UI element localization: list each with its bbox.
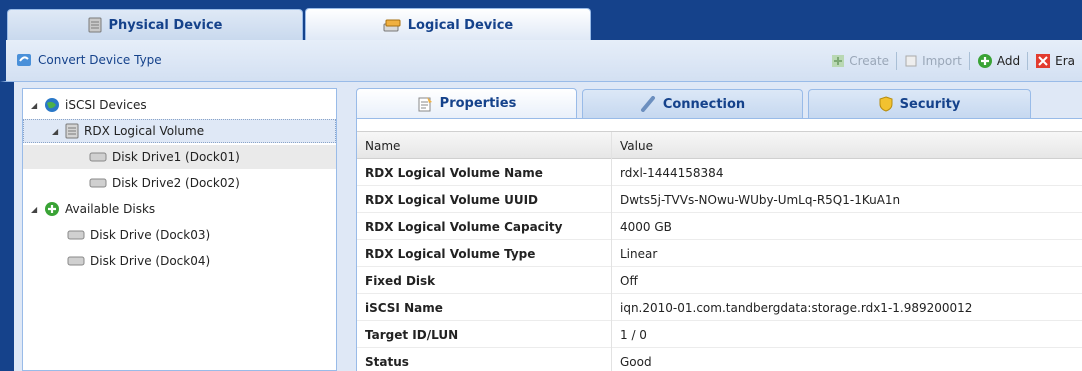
tree-node-available-disks[interactable]: ◢ Available Disks (31, 197, 155, 221)
row-name: Target ID/LUN (365, 327, 459, 342)
row-value: Dwts5j-TVVs-NOwu-WUby-UmLq-R5Q1-1KuA1n (611, 186, 1082, 213)
disk-drive-icon (67, 230, 85, 240)
tab-logical-device[interactable]: Logical Device (305, 8, 591, 41)
globe-icon (45, 98, 59, 112)
import-button[interactable]: Import (897, 52, 969, 70)
toolbar-actions: Create Import Add Era (824, 52, 1082, 70)
tab-physical-device[interactable]: Physical Device (7, 9, 303, 40)
table-row[interactable]: RDX Logical Volume Capacity 4000 GB (357, 213, 1082, 240)
disk-drive-icon (89, 152, 107, 162)
add-label: Add (996, 54, 1021, 68)
disk-drive-icon (89, 178, 107, 188)
erase-icon (1036, 54, 1051, 68)
add-icon (45, 202, 59, 216)
table-row[interactable]: RDX Logical Volume UUID Dwts5j-TVVs-NOwu… (357, 186, 1082, 213)
shield-icon (879, 96, 893, 112)
row-name: iSCSI Name (365, 300, 443, 315)
properties-icon (418, 96, 432, 111)
row-value: Off (611, 267, 1082, 294)
row-name: RDX Logical Volume Type (365, 246, 536, 261)
row-name: RDX Logical Volume Name (365, 165, 543, 180)
left-frame-border (0, 82, 14, 371)
tree-node-label: Disk Drive1 (Dock01) (112, 150, 240, 164)
table-row[interactable]: Status Good (357, 348, 1082, 371)
create-icon (832, 55, 845, 67)
disk-stack-icon (383, 19, 401, 32)
grid-header: Name Value (357, 131, 1082, 159)
create-label: Create (849, 54, 890, 68)
row-value: Linear (611, 240, 1082, 267)
disk-drive-icon (67, 256, 85, 266)
expand-arrow-icon[interactable]: ◢ (31, 205, 39, 214)
import-icon (905, 55, 917, 67)
convert-icon (17, 54, 31, 66)
expand-arrow-icon[interactable]: ◢ (31, 101, 39, 110)
tab-security[interactable]: Security (808, 89, 1031, 118)
tree-node-disk-drive-dock03[interactable]: Disk Drive (Dock03) (67, 223, 210, 247)
top-tab-bar: Physical Device Logical Device (0, 0, 1082, 41)
create-button[interactable]: Create (824, 52, 896, 70)
column-header-value[interactable]: Value (611, 132, 1082, 159)
tree-node-label: Available Disks (65, 202, 156, 216)
properties-grid: Name Value RDX Logical Volume Name rdxl-… (356, 118, 1082, 371)
server-icon (65, 123, 79, 139)
tree-node-disk-drive-dock04[interactable]: Disk Drive (Dock04) (67, 249, 210, 273)
erase-label: Era (1055, 54, 1075, 68)
connection-icon (640, 96, 655, 112)
device-tree: ◢ iSCSI Devices ◢ RDX Logical Volume Dis… (22, 88, 337, 371)
table-row[interactable]: Fixed Disk Off (357, 267, 1082, 294)
tree-node-label: Disk Drive (Dock03) (90, 228, 211, 242)
tree-node-disk-drive1[interactable]: Disk Drive1 (Dock01) (23, 145, 336, 169)
tab-properties[interactable]: Properties (356, 88, 577, 118)
tree-node-iscsi-devices[interactable]: ◢ iSCSI Devices (31, 93, 147, 117)
row-name: Status (365, 354, 409, 369)
table-row[interactable]: iSCSI Name iqn.2010-01.com.tandbergdata:… (357, 294, 1082, 321)
tree-node-label: Disk Drive2 (Dock02) (112, 176, 240, 190)
tab-security-label: Security (899, 96, 961, 112)
toolbar: Convert Device Type Create Import Add Er… (0, 40, 1082, 82)
tab-connection[interactable]: Connection (582, 89, 803, 118)
tree-node-label: RDX Logical Volume (84, 124, 205, 138)
tree-node-disk-drive2[interactable]: Disk Drive2 (Dock02) (89, 171, 240, 195)
erase-button[interactable]: Era (1028, 52, 1082, 70)
import-label: Import (922, 54, 962, 68)
convert-device-type-button[interactable]: Convert Device Type (16, 52, 162, 68)
row-value: iqn.2010-01.com.tandbergdata:storage.rdx… (611, 294, 1082, 321)
tree-node-rdx-logical-volume[interactable]: ◢ RDX Logical Volume (23, 119, 336, 143)
row-name: RDX Logical Volume UUID (365, 192, 538, 207)
row-name: RDX Logical Volume Capacity (365, 219, 563, 234)
row-value: 1 / 0 (611, 321, 1082, 348)
table-row[interactable]: RDX Logical Volume Name rdxl-1444158384 (357, 159, 1082, 186)
server-icon (88, 17, 101, 33)
tab-physical-device-label: Physical Device (108, 17, 223, 33)
expand-arrow-icon[interactable]: ◢ (52, 127, 60, 136)
tab-logical-device-label: Logical Device (407, 17, 514, 33)
tree-node-label: iSCSI Devices (65, 98, 147, 112)
convert-device-type-label: Convert Device Type (38, 53, 162, 67)
table-row[interactable]: Target ID/LUN 1 / 0 (357, 321, 1082, 348)
table-row[interactable]: RDX Logical Volume Type Linear (357, 240, 1082, 267)
tree-node-label: Disk Drive (Dock04) (90, 254, 211, 268)
row-value: Good (611, 348, 1082, 371)
tab-connection-label: Connection (662, 96, 746, 112)
tab-properties-label: Properties (439, 96, 517, 111)
row-value: rdxl-1444158384 (611, 159, 1082, 186)
row-name: Fixed Disk (365, 273, 436, 288)
row-value: 4000 GB (611, 213, 1082, 240)
add-button[interactable]: Add (970, 52, 1027, 70)
column-header-name[interactable]: Name (357, 132, 611, 159)
add-icon (977, 54, 992, 68)
